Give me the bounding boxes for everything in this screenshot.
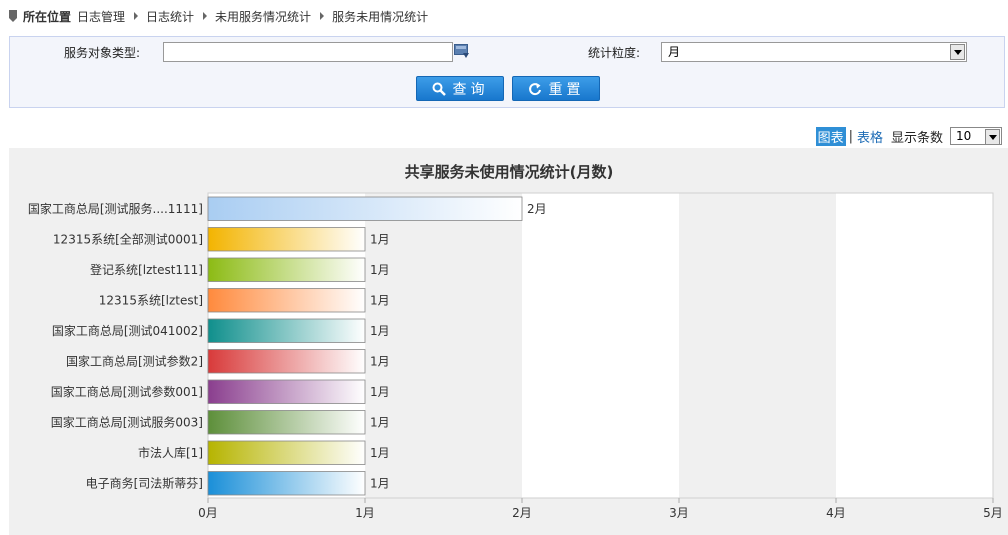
chart-view-link[interactable]: 图表	[815, 126, 846, 146]
view-toolbar: 图表 | 表格 显示条数 10	[815, 126, 1002, 146]
service-type-input[interactable]	[163, 42, 453, 62]
location-pin-icon	[9, 10, 17, 22]
page-size-select[interactable]: 10	[950, 127, 1002, 145]
chart-bar	[207, 227, 366, 252]
chart-bar	[207, 440, 366, 465]
bar-value-label: 1月	[370, 476, 390, 490]
dropdown-arrow-icon[interactable]	[950, 44, 965, 60]
category-label: 国家工商总局[测试参数2]	[66, 353, 203, 368]
plot-band	[522, 193, 679, 498]
breadcrumb-item-current: 服务未用情况统计	[332, 9, 429, 24]
breadcrumb-separator-icon	[203, 12, 208, 20]
chart-bar	[207, 318, 366, 343]
reset-button[interactable]: 重置	[512, 76, 600, 101]
filter-panel: 服务对象类型: 统计粒度: 月 查询 重置	[9, 36, 1005, 108]
reset-button-label: 重置	[548, 81, 585, 98]
query-button-label: 查询	[452, 81, 489, 98]
category-label: 电子商务[司法斯蒂芬]	[86, 475, 203, 490]
granularity-label: 统计粒度:	[588, 46, 641, 60]
bar-value-label: 2月	[527, 202, 547, 216]
chart-bar	[207, 196, 523, 221]
bar-value-label: 1月	[370, 293, 390, 307]
breadcrumb-label: 所在位置	[23, 9, 72, 24]
x-tick-label: 4月	[826, 506, 846, 520]
category-label: 登记系统[lztest111]	[90, 262, 203, 277]
x-tick-label: 1月	[355, 506, 375, 520]
chart-bar	[207, 288, 366, 313]
service-type-label: 服务对象类型:	[64, 46, 141, 60]
chart-title: 共享服务未使用情况统计(月数)	[405, 163, 614, 181]
category-label: 国家工商总局[测试服务003]	[51, 414, 203, 429]
toolbar-divider: |	[848, 128, 853, 144]
category-label: 12315系统[全部测试0001]	[53, 231, 203, 246]
x-tick-label: 3月	[669, 506, 689, 520]
page-size-label: 显示条数	[890, 130, 943, 146]
x-tick-label: 0月	[198, 506, 218, 520]
bar-value-label: 1月	[370, 385, 390, 399]
plot-band	[836, 193, 993, 498]
category-label: 国家工商总局[测试041002]	[52, 323, 203, 338]
search-icon	[432, 82, 446, 96]
category-label: 国家工商总局[测试参数001]	[51, 384, 203, 399]
category-label: 12315系统[lztest]	[99, 293, 203, 307]
dropdown-arrow-icon[interactable]	[985, 129, 1000, 145]
bar-value-label: 1月	[370, 232, 390, 246]
breadcrumb-separator-icon	[320, 12, 325, 20]
bar-value-label: 1月	[370, 446, 390, 460]
plot-band	[679, 193, 836, 498]
x-tick-label: 2月	[512, 506, 532, 520]
table-view-link[interactable]: 表格	[857, 127, 883, 146]
bar-value-label: 1月	[370, 263, 390, 277]
breadcrumb-item-log-management[interactable]: 日志管理	[77, 8, 125, 25]
granularity-select[interactable]: 月	[661, 42, 967, 62]
breadcrumb: 所在位置 日志管理 日志统计 未用服务情况统计 服务未用情况统计	[0, 0, 1008, 32]
category-label: 国家工商总局[测试服务....1111]	[28, 201, 203, 216]
bar-value-label: 1月	[370, 324, 390, 338]
bar-chart: 共享服务未使用情况统计(月数) 2月 国家工商总局[测试服务....1111] 1月 1…	[28, 163, 1003, 520]
breadcrumb-item-unused-services[interactable]: 未用服务情况统计	[215, 8, 311, 25]
chart-bar	[207, 349, 366, 374]
query-button[interactable]: 查询	[416, 76, 504, 101]
chart-bar	[207, 410, 366, 435]
breadcrumb-item-log-statistics[interactable]: 日志统计	[146, 8, 194, 25]
bar-value-label: 1月	[370, 415, 390, 429]
category-label: 市法人库[1]	[138, 445, 203, 460]
chart-container: 共享服务未使用情况统计(月数) 2月 国家工商总局[测试服务....1111] 1月 1…	[9, 148, 1008, 535]
chart-bar	[207, 379, 366, 404]
chart-bar	[207, 257, 366, 282]
bar-value-label: 1月	[370, 354, 390, 368]
breadcrumb-separator-icon	[134, 12, 139, 20]
refresh-icon	[528, 82, 541, 95]
chart-bar	[207, 471, 366, 496]
page-size-value: 10	[956, 129, 972, 143]
picker-icon[interactable]	[454, 44, 470, 59]
x-tick-label: 5月	[983, 506, 1003, 520]
granularity-value: 月	[668, 45, 681, 59]
